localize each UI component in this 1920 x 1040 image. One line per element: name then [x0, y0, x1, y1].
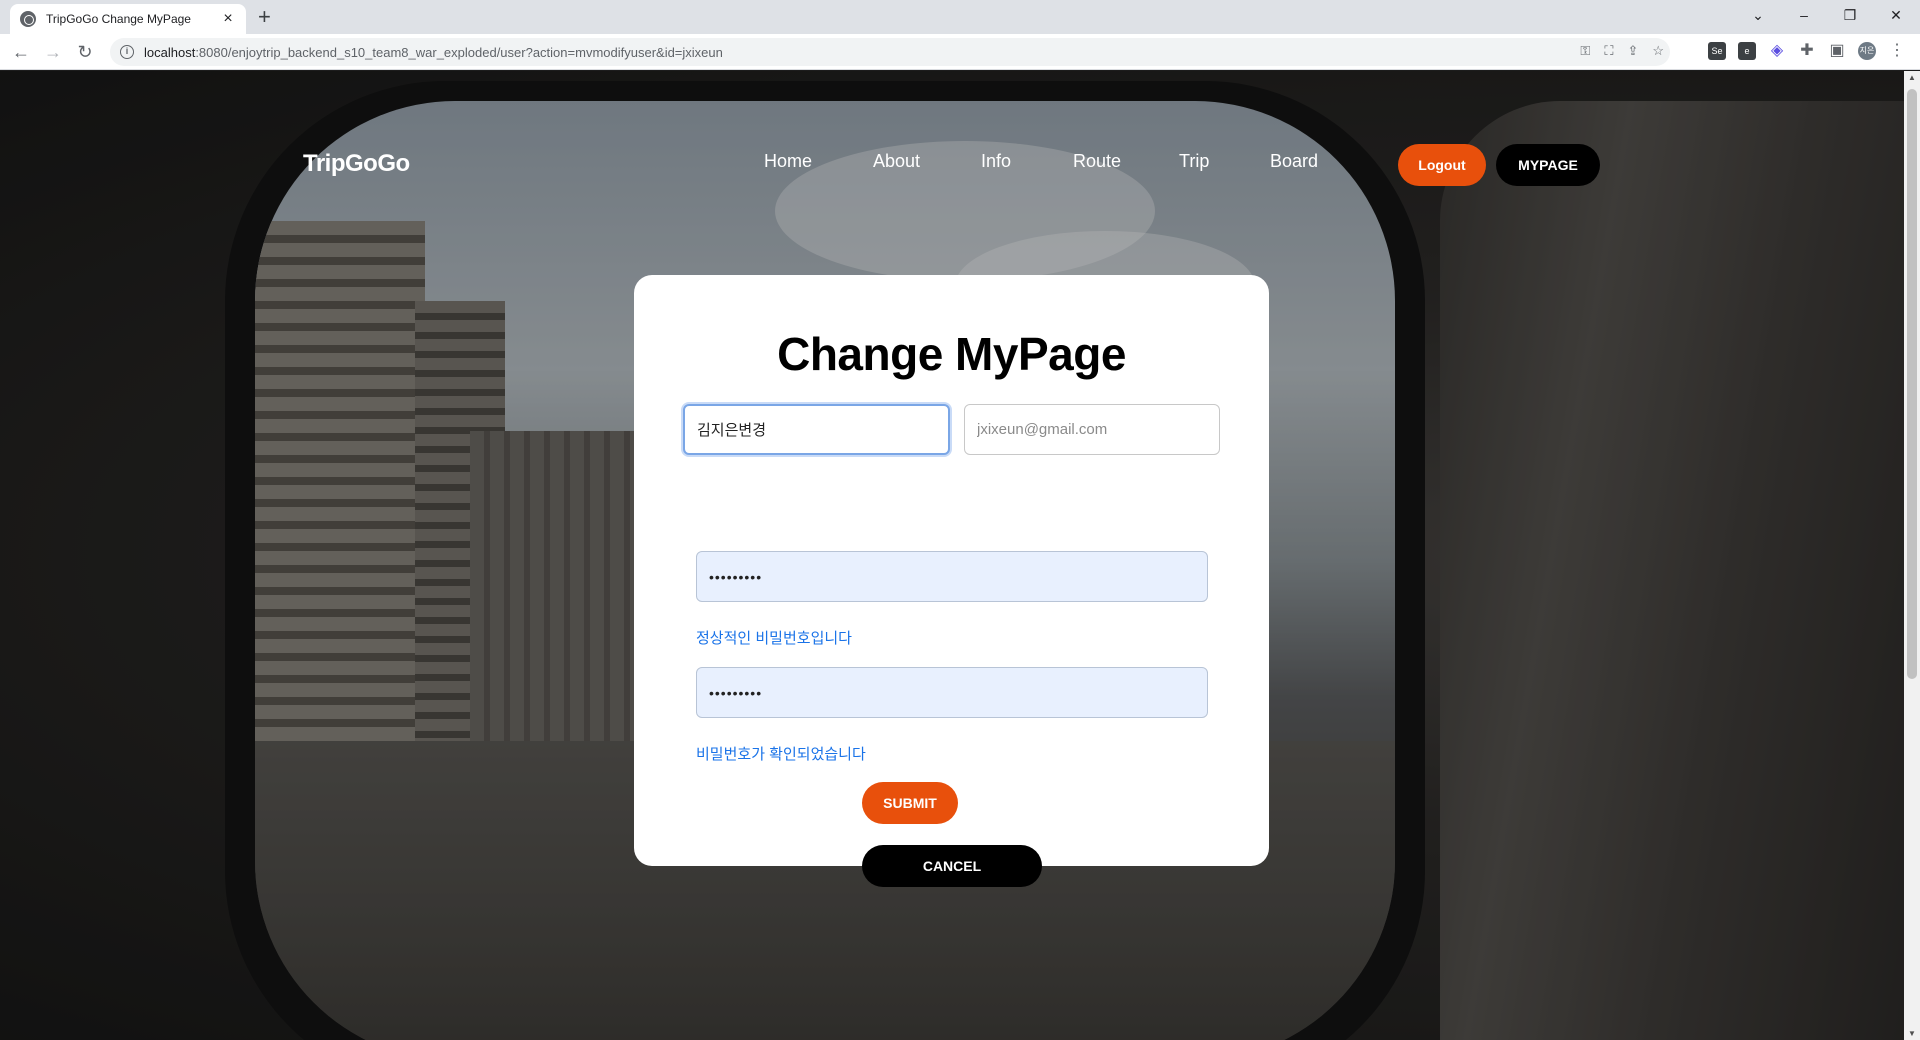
close-tab-icon[interactable]: ×: [220, 11, 236, 27]
cancel-button[interactable]: CANCEL: [862, 845, 1042, 887]
browser-toolbar: ← → ↻ i localhost:8080/enjoytrip_backend…: [0, 34, 1920, 70]
nav-home[interactable]: Home: [764, 151, 812, 172]
nav-board[interactable]: Board: [1270, 151, 1318, 172]
translate-icon[interactable]: ⛶: [1604, 43, 1613, 59]
sidepanel-icon[interactable]: ▣: [1828, 42, 1846, 60]
page-viewport: TripGoGo Home About Info Route Trip Boar…: [0, 71, 1904, 1040]
site-info-icon[interactable]: i: [120, 45, 134, 59]
bookmark-star-icon[interactable]: ☆: [1652, 43, 1664, 59]
password-valid-message: 정상적인 비밀번호입니다: [696, 630, 852, 647]
reload-icon[interactable]: ↻: [74, 41, 96, 63]
close-window-icon[interactable]: ✕: [1876, 4, 1916, 26]
site-logo[interactable]: TripGoGo: [303, 150, 410, 178]
extension-icon[interactable]: ◈: [1768, 42, 1786, 60]
scroll-up-icon[interactable]: ▲: [1904, 73, 1920, 82]
tab-title: TripGoGo Change MyPage: [46, 12, 191, 26]
extension-icon[interactable]: Se: [1708, 42, 1726, 60]
minimize-icon[interactable]: –: [1784, 4, 1824, 26]
menu-icon[interactable]: ⋮: [1888, 42, 1906, 60]
nav-trip[interactable]: Trip: [1179, 151, 1209, 172]
profile-avatar[interactable]: 지은: [1858, 42, 1876, 60]
scrollbar-thumb[interactable]: [1907, 89, 1917, 679]
change-mypage-form: Change MyPage 정상적인 비밀번호입니다 비밀번호가 확인되었습니다…: [634, 275, 1269, 887]
mypage-button[interactable]: MYPAGE: [1496, 144, 1600, 186]
scroll-down-icon[interactable]: ▼: [1904, 1029, 1920, 1038]
forward-icon[interactable]: →: [42, 41, 64, 63]
tab-search-icon[interactable]: ⌄: [1738, 4, 1778, 26]
email-input[interactable]: [964, 404, 1220, 455]
form-title: Change MyPage: [777, 328, 1126, 380]
logout-button[interactable]: Logout: [1398, 144, 1486, 186]
extension-icon[interactable]: e: [1738, 42, 1756, 60]
key-icon[interactable]: ⚿: [1580, 43, 1590, 59]
globe-icon: [20, 11, 36, 27]
submit-button[interactable]: SUBMIT: [862, 782, 958, 824]
nav-route[interactable]: Route: [1073, 151, 1121, 172]
password-input[interactable]: [696, 551, 1208, 602]
restore-icon[interactable]: ❐: [1830, 4, 1870, 26]
share-icon[interactable]: ⇪: [1627, 43, 1638, 59]
browser-tab[interactable]: TripGoGo Change MyPage ×: [10, 4, 246, 34]
nav-about[interactable]: About: [873, 151, 920, 172]
password-confirm-message: 비밀번호가 확인되었습니다: [696, 746, 866, 763]
nav-info[interactable]: Info: [981, 151, 1011, 172]
new-tab-icon[interactable]: +: [258, 6, 271, 28]
address-bar[interactable]: i localhost:8080/enjoytrip_backend_s10_t…: [110, 38, 1670, 66]
back-icon[interactable]: ←: [10, 41, 32, 63]
browser-tab-bar: TripGoGo Change MyPage × + ⌄ – ❐ ✕: [0, 0, 1920, 34]
page-scrollbar[interactable]: ▲ ▼: [1904, 71, 1920, 1040]
password-confirm-input[interactable]: [696, 667, 1208, 718]
puzzle-icon[interactable]: ✚: [1798, 42, 1816, 60]
url-text: localhost:8080/enjoytrip_backend_s10_tea…: [144, 44, 723, 60]
name-input[interactable]: [683, 404, 950, 455]
